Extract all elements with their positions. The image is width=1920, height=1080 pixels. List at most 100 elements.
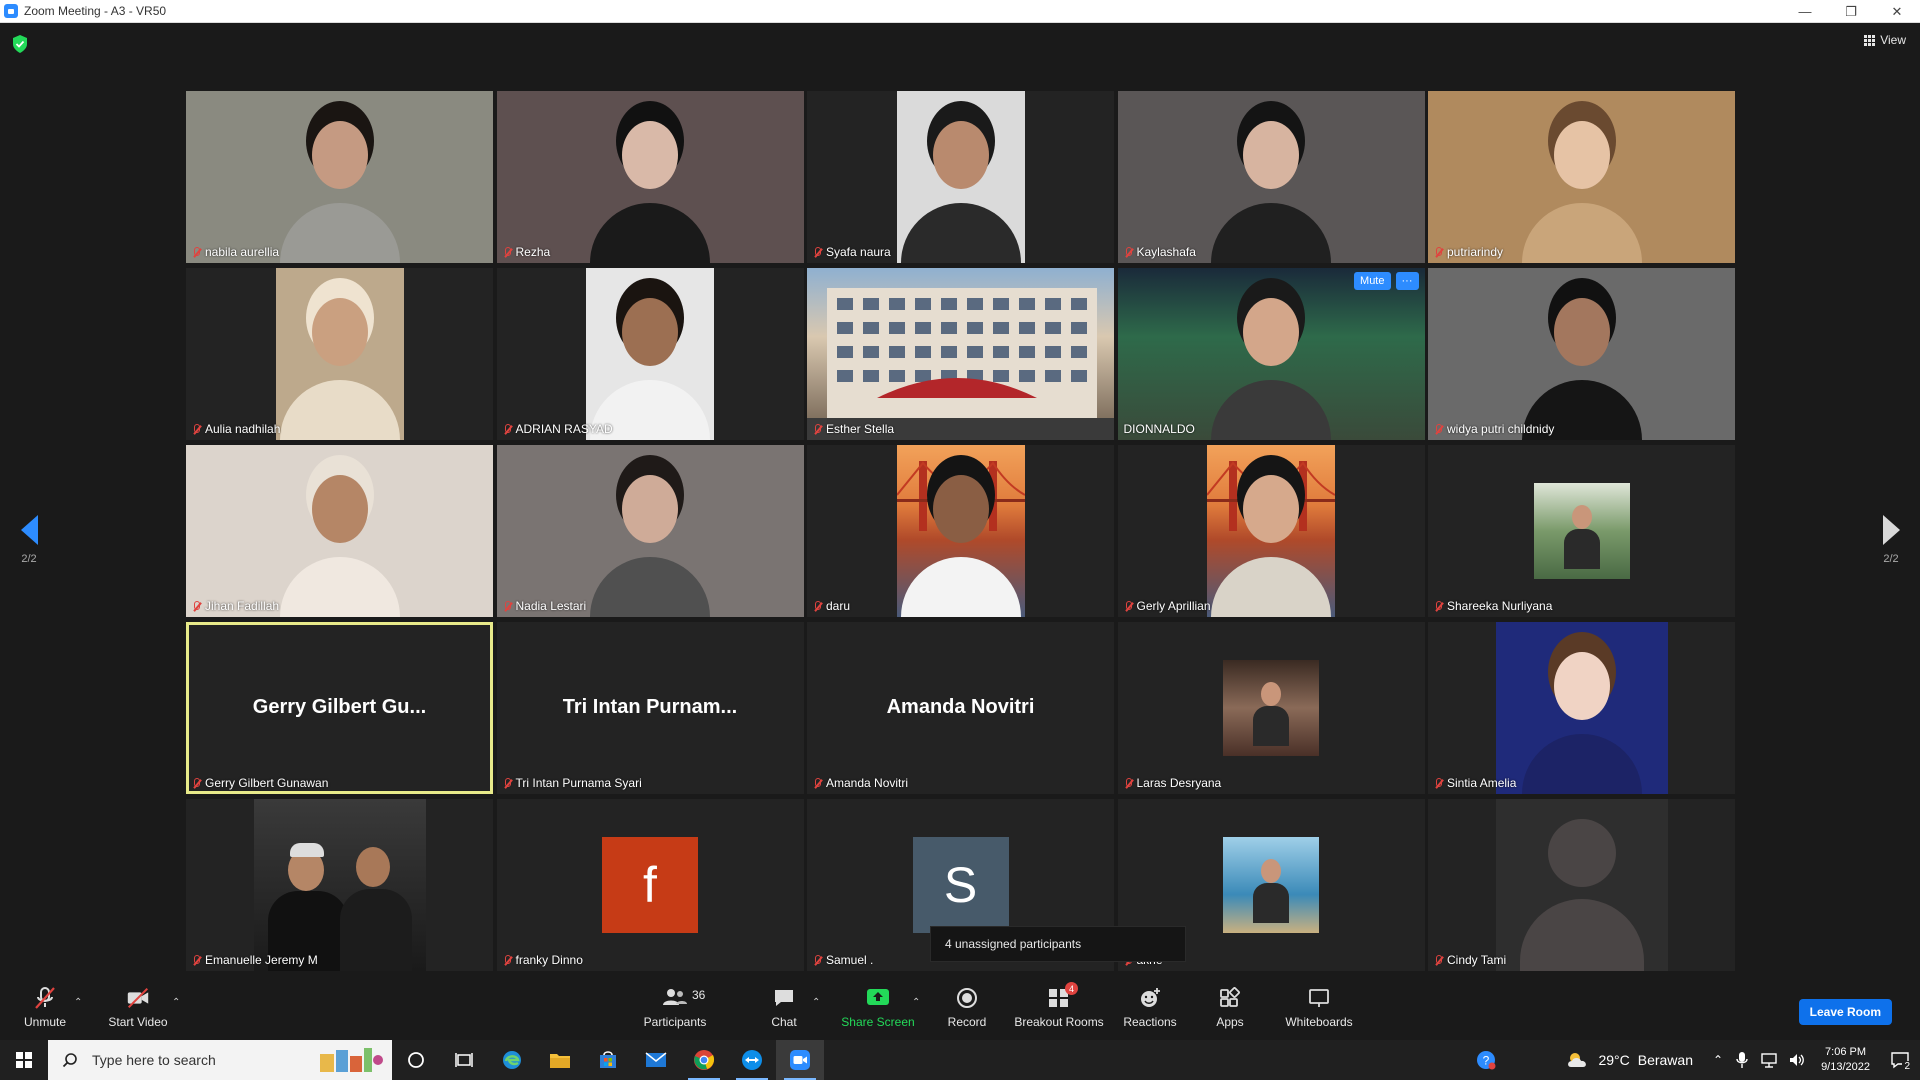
cortana-button[interactable]: [392, 1040, 440, 1080]
task-view-button[interactable]: [440, 1040, 488, 1080]
chat-options-caret-icon[interactable]: ⌃: [812, 997, 820, 1008]
mute-participant-button[interactable]: Mute: [1354, 272, 1391, 290]
participant-tile-rezha[interactable]: Rezha: [496, 91, 804, 263]
window-titlebar: Zoom Meeting - A3 - VR50 — ❐ ✕: [0, 0, 1920, 23]
participant-video: [186, 91, 493, 263]
participant-name-label: Amanda Novitri: [813, 776, 908, 790]
participant-name-label: Samuel .: [813, 953, 873, 967]
weather-widget[interactable]: 29°C Berawan: [1566, 1051, 1693, 1069]
participant-display-name: Tri Intan Purnam...: [562, 696, 738, 718]
participant-tile-widya-putri-childnidy[interactable]: widya putri childnidy: [1428, 268, 1735, 440]
participant-name: Cindy Tami: [1447, 953, 1507, 967]
store-bag-icon: [600, 1051, 616, 1068]
share-screen-button[interactable]: Share Screen: [840, 975, 916, 1040]
share-options-caret-icon[interactable]: ⌃: [912, 997, 920, 1008]
clock-date: 9/13/2022: [1821, 1061, 1870, 1073]
windows-logo-icon: [16, 1052, 32, 1068]
taskbar-edge[interactable]: [488, 1040, 536, 1080]
participant-video: [896, 445, 1025, 617]
previous-page-button[interactable]: 2/2: [14, 515, 44, 565]
participant-name-label: franky Dinno: [503, 953, 583, 967]
participant-tile-dionnaldo[interactable]: Mute ··· DIONNALDO: [1117, 268, 1425, 440]
participant-tile-jihan-fadillah[interactable]: Jihan Fadillah: [186, 445, 493, 617]
breakout-rooms-label: Breakout Rooms: [1014, 1015, 1104, 1029]
notifications-button[interactable]: 2: [1880, 1040, 1920, 1080]
taskbar-search-box[interactable]: Type here to search: [48, 1040, 392, 1080]
unmute-button[interactable]: Unmute: [22, 975, 68, 1040]
taskbar-zoom[interactable]: [776, 1040, 824, 1080]
chat-button[interactable]: Chat: [764, 975, 804, 1040]
participant-name-label: Cindy Tami: [1434, 953, 1506, 967]
participant-tile-kaylashafa[interactable]: Kaylashafa: [1117, 91, 1425, 263]
restore-icon[interactable]: ❐: [1828, 0, 1874, 23]
participants-button[interactable]: 36 Participants: [640, 975, 710, 1040]
muted-mic-icon: [192, 246, 201, 258]
breakout-rooms-button[interactable]: 4 Breakout Rooms: [1012, 975, 1106, 1040]
taskbar-mail[interactable]: [632, 1040, 680, 1080]
volume-speaker-icon[interactable]: [1788, 1052, 1806, 1068]
more-options-button[interactable]: ···: [1395, 272, 1419, 290]
video-options-caret-icon[interactable]: ⌃: [172, 997, 180, 1008]
participant-tile-shareeka-nurliyana[interactable]: Shareeka Nurliyana: [1428, 445, 1735, 617]
participant-tile-tri-intan-purnama-syari[interactable]: Tri Intan Purnam... Tri Intan Purnama Sya…: [496, 622, 804, 794]
apps-button[interactable]: Apps: [1212, 975, 1248, 1040]
muted-mic-icon: [813, 246, 822, 258]
participant-tile-gerly-aprillian[interactable]: Gerly Aprillian: [1117, 445, 1425, 617]
share-screen-icon: [865, 986, 891, 1010]
participant-video: [1428, 268, 1735, 440]
participant-name-label: Nadia Lestari: [503, 599, 586, 613]
show-hidden-icons-caret-icon[interactable]: ⌃: [1713, 1053, 1723, 1067]
unassigned-participants-tooltip: 4 unassigned participants: [930, 926, 1186, 962]
network-icon[interactable]: [1760, 1052, 1778, 1068]
participant-tile-adrian-rasyad[interactable]: ADRIAN RASYAD: [496, 268, 804, 440]
participant-tile-putriarindy[interactable]: putriarindy: [1428, 91, 1735, 263]
participant-tile-aulia-nadhilah[interactable]: Aulia nadhilah: [186, 268, 493, 440]
participant-tile-cindy-tami[interactable]: Cindy Tami: [1428, 799, 1735, 971]
taskbar-store[interactable]: [584, 1040, 632, 1080]
taskbar-file-explorer[interactable]: [536, 1040, 584, 1080]
whiteboards-button[interactable]: Whiteboards: [1282, 975, 1356, 1040]
encryption-shield-icon[interactable]: [12, 35, 28, 53]
participant-name-label: DIONNALDO: [1124, 422, 1195, 436]
participant-tile-daru[interactable]: daru: [807, 445, 1114, 617]
participant-tile-esther-stella[interactable]: Esther Stella: [807, 268, 1114, 440]
start-button[interactable]: [0, 1040, 48, 1080]
start-video-button[interactable]: Start Video: [106, 975, 170, 1040]
microphone-tray-icon[interactable]: [1734, 1051, 1750, 1069]
taskbar-clock[interactable]: 7:06 PM 9/13/2022: [1821, 1045, 1870, 1075]
participant-tile-nabila-aurellia[interactable]: nabila aurellia: [186, 91, 493, 263]
muted-mic-icon: [503, 777, 512, 789]
participant-name-label: Sintia Amelia: [1434, 776, 1516, 790]
view-button[interactable]: View: [1864, 33, 1906, 47]
participants-label: Participants: [643, 1015, 707, 1029]
participant-tile-amanda-novitri[interactable]: Amanda Novitri Amanda Novitri: [807, 622, 1114, 794]
participant-name-label: Aulia nadhilah: [192, 422, 280, 436]
participant-tile-sintia-amelia[interactable]: Sintia Amelia: [1428, 622, 1735, 794]
cortana-circle-icon: [408, 1052, 424, 1068]
participant-tile-nadia-lestari[interactable]: Nadia Lestari: [496, 445, 804, 617]
close-icon[interactable]: ✕: [1874, 0, 1920, 23]
participant-name: Shareeka Nurliyana: [1447, 599, 1553, 613]
leave-room-button[interactable]: Leave Room: [1798, 999, 1892, 1025]
record-label: Record: [947, 1015, 987, 1029]
record-button[interactable]: Record: [942, 975, 992, 1040]
smiley-reaction-icon: [1137, 986, 1163, 1010]
help-notification-icon[interactable]: ?: [1476, 1050, 1496, 1070]
minimize-icon[interactable]: —: [1782, 0, 1828, 23]
participant-figure: [590, 290, 710, 440]
participant-tile-laras-desryana[interactable]: Laras Desryana: [1117, 622, 1425, 794]
taskbar-teamviewer[interactable]: [728, 1040, 776, 1080]
participant-tile-syafa-naura[interactable]: Syafa naura: [807, 91, 1114, 263]
default-avatar: [1495, 799, 1668, 971]
participant-tile-franky-dinno[interactable]: f franky Dinno: [496, 799, 804, 971]
participant-tile-gerry-gilbert-gunawan[interactable]: Gerry Gilbert Gu... Gerry Gilbert Gunawan: [186, 622, 493, 794]
participant-name-label: Rezha: [503, 245, 550, 259]
system-tray: ? 29°C Berawan ⌃ 7:06 PM 9/13/2022 2: [1476, 1040, 1920, 1080]
breakout-rooms-icon: 4: [1046, 982, 1078, 1010]
participant-name: Gerly Aprillian: [1136, 599, 1211, 613]
participant-tile-emanuelle-jeremy-m[interactable]: Emanuelle Jeremy M: [186, 799, 493, 971]
audio-options-caret-icon[interactable]: ⌃: [74, 997, 82, 1008]
taskbar-chrome[interactable]: [680, 1040, 728, 1080]
next-page-button[interactable]: 2/2: [1876, 515, 1906, 565]
reactions-button[interactable]: Reactions: [1122, 975, 1178, 1040]
